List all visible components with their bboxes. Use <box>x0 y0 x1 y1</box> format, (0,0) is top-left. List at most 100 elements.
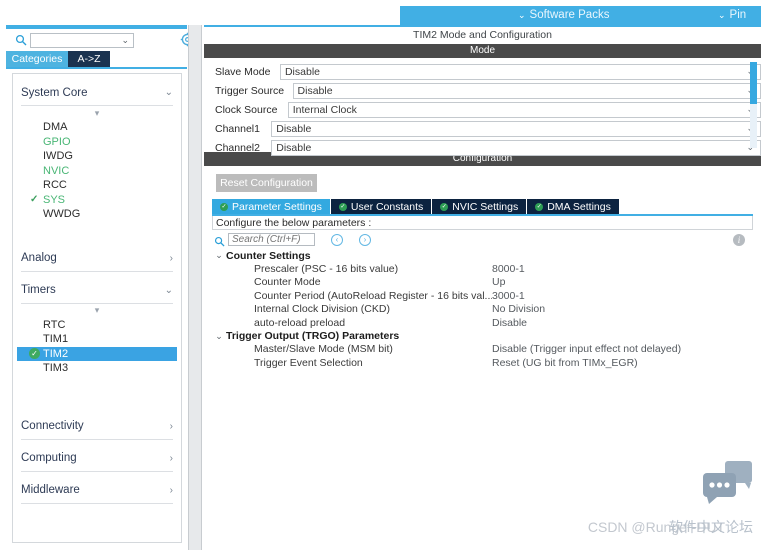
menu-pinout[interactable]: ⌄ Pin <box>718 9 746 21</box>
field-label-channel2: Channel2 <box>215 142 260 154</box>
param-row-counter-period[interactable]: Counter Period (AutoReload Register - 16… <box>212 289 753 303</box>
field-label-trigger-source: Trigger Source <box>215 85 285 97</box>
sidebar-item-rtc[interactable]: RTC <box>13 318 181 333</box>
sidebar-group-middleware[interactable]: Middleware › <box>21 478 173 504</box>
tree-collapse-handle[interactable]: ▾ <box>13 304 181 318</box>
search-next-button[interactable]: › <box>359 233 371 246</box>
sidebar-item-label: TIM3 <box>43 362 69 375</box>
param-value[interactable]: 3000-1 <box>492 290 525 302</box>
param-group-counter-settings[interactable]: ⌄ Counter Settings <box>212 249 753 262</box>
param-row-internal-clock-division[interactable]: Internal Clock Division (CKD) No Divisio… <box>212 303 753 317</box>
param-value[interactable]: 8000-1 <box>492 263 525 275</box>
select-value: Disable <box>276 142 312 154</box>
param-value[interactable]: Reset (UG bit from TIMx_EGR) <box>492 357 638 369</box>
param-name: Counter Period (AutoReload Register - 16… <box>254 289 492 302</box>
sidebar-group-system-core[interactable]: System Core ⌄ <box>21 80 173 106</box>
check-icon: ✓ <box>29 347 40 359</box>
stm32cubemx-window: ⌄ Software Packs ⌄ Pin ⌄ Categories A->Z… <box>0 0 761 555</box>
tab-dma-settings[interactable]: ✓ DMA Settings <box>527 199 619 214</box>
param-name: Internal Clock Division (CKD) <box>254 303 390 316</box>
param-value[interactable]: Up <box>492 276 505 288</box>
param-value[interactable]: Disable (Trigger input effect not delaye… <box>492 343 681 355</box>
check-circle-icon: ✓ <box>220 202 228 211</box>
select-value: Disable <box>297 85 333 97</box>
select-channel2[interactable]: Disable ⌄ <box>271 140 761 156</box>
field-row-channel2: Channel2 Disable ⌄ <box>204 139 761 157</box>
param-row-counter-mode[interactable]: Counter Mode Up <box>212 276 753 290</box>
search-icon <box>15 34 27 46</box>
tab-nvic-settings[interactable]: ✓ NVIC Settings <box>432 199 527 214</box>
info-icon[interactable]: i <box>733 233 745 246</box>
chat-bubble-icon[interactable] <box>701 459 753 509</box>
sidebar-item-iwdg[interactable]: IWDG <box>13 149 181 164</box>
select-value: Disable <box>276 123 312 135</box>
field-row-slave-mode: Slave Mode Disable ⌄ <box>204 63 761 81</box>
chevron-right-icon: › <box>169 452 173 464</box>
sidebar-item-gpio[interactable]: GPIO <box>13 135 181 150</box>
param-value[interactable]: No Division <box>492 303 545 315</box>
component-sidebar: ⌄ Categories A->Z System Core ⌄ ▾ DMA GP… <box>6 25 195 550</box>
configuration-panel: TIM2 Mode and Configuration Mode Slave M… <box>204 25 761 555</box>
param-value[interactable]: Disable <box>492 317 527 329</box>
menu-software-packs-label: Software Packs <box>529 9 610 21</box>
sidebar-item-nvic[interactable]: NVIC <box>13 164 181 179</box>
mode-section-header: Mode <box>204 44 761 58</box>
mode-scrollbar-thumb[interactable] <box>750 62 757 104</box>
chevron-down-icon: ⌄ <box>164 87 173 98</box>
sidebar-item-tim3[interactable]: TIM3 <box>13 361 181 376</box>
search-prev-button[interactable]: ‹ <box>331 233 343 246</box>
sidebar-search-combo[interactable]: ⌄ <box>30 33 134 48</box>
select-value: Disable <box>284 66 320 78</box>
sidebar-group-computing[interactable]: Computing › <box>21 446 173 472</box>
field-row-trigger-source: Trigger Source Disable ⌄ <box>204 82 761 100</box>
parameter-search-input[interactable] <box>228 233 315 246</box>
chevron-right-icon: › <box>169 420 173 432</box>
select-trigger-source[interactable]: Disable ⌄ <box>292 83 761 99</box>
tab-user-constants[interactable]: ✓ User Constants <box>330 199 432 214</box>
panel-splitter[interactable] <box>188 25 202 550</box>
sidebar-item-tim1[interactable]: TIM1 <box>13 332 181 347</box>
chevron-down-icon: ⌄ <box>164 284 173 296</box>
select-clock-source[interactable]: Internal Clock ⌄ <box>287 102 761 118</box>
tab-parameter-settings[interactable]: ✓ Parameter Settings <box>212 199 330 214</box>
sidebar-group-label: Connectivity <box>21 420 84 432</box>
sidebar-group-connectivity[interactable]: Connectivity › <box>21 414 173 440</box>
select-slave-mode[interactable]: Disable ⌄ <box>279 64 761 80</box>
chevron-down-icon[interactable]: ⌄ <box>121 35 129 46</box>
tab-a-to-z[interactable]: A->Z <box>68 51 110 67</box>
configuration-section-body: Reset Configuration ✓ Parameter Settings… <box>204 166 761 547</box>
sidebar-group-label: Analog <box>21 252 57 264</box>
sidebar-item-label: IWDG <box>43 150 73 163</box>
configuration-description: Configure the below parameters : <box>212 216 753 230</box>
sidebar-item-rcc[interactable]: RCC <box>13 178 181 193</box>
param-group-label: Trigger Output (TRGO) Parameters <box>226 330 400 342</box>
tab-label: Parameter Settings <box>232 200 322 213</box>
select-channel1[interactable]: Disable ⌄ <box>271 121 761 137</box>
parameter-tree: ⌄ Counter Settings Prescaler (PSC - 16 b… <box>212 249 753 427</box>
param-row-master-slave-mode[interactable]: Master/Slave Mode (MSM bit) Disable (Tri… <box>212 343 753 357</box>
sidebar-item-dma[interactable]: DMA <box>13 120 181 135</box>
sidebar-search-input[interactable] <box>31 34 115 47</box>
param-row-prescaler[interactable]: Prescaler (PSC - 16 bits value) 8000-1 <box>212 262 753 276</box>
sidebar-item-label: GPIO <box>43 135 71 148</box>
param-name: Prescaler (PSC - 16 bits value) <box>254 262 399 275</box>
chevron-down-icon: ⌄ <box>215 250 223 260</box>
mode-scrollbar[interactable] <box>750 62 757 148</box>
tree-collapse-handle[interactable]: ▾ <box>13 106 181 120</box>
sidebar-group-label: System Core <box>21 86 88 99</box>
sidebar-item-wwdg[interactable]: WWDG <box>13 207 181 222</box>
sidebar-item-label: TIM1 <box>43 333 69 346</box>
tab-categories[interactable]: Categories <box>6 51 68 67</box>
menu-software-packs[interactable]: ⌄ Software Packs <box>518 9 609 21</box>
param-group-trigger-output[interactable]: ⌄ Trigger Output (TRGO) Parameters <box>212 330 753 343</box>
sidebar-item-tim2[interactable]: ✓ TIM2 <box>17 346 177 361</box>
sidebar-group-timers[interactable]: Timers ⌄ <box>21 278 173 304</box>
select-value: Internal Clock <box>292 104 357 116</box>
sidebar-group-analog[interactable]: Analog › <box>21 246 173 272</box>
reset-configuration-button[interactable]: Reset Configuration <box>216 174 317 192</box>
param-row-auto-reload-preload[interactable]: auto-reload preload Disable <box>212 316 753 330</box>
sidebar-item-sys[interactable]: ✓ SYS <box>13 193 181 208</box>
param-row-trigger-event-selection[interactable]: Trigger Event Selection Reset (UG bit fr… <box>212 356 753 370</box>
tab-label: NVIC Settings <box>452 200 519 213</box>
field-row-clock-source: Clock Source Internal Clock ⌄ <box>204 101 761 119</box>
